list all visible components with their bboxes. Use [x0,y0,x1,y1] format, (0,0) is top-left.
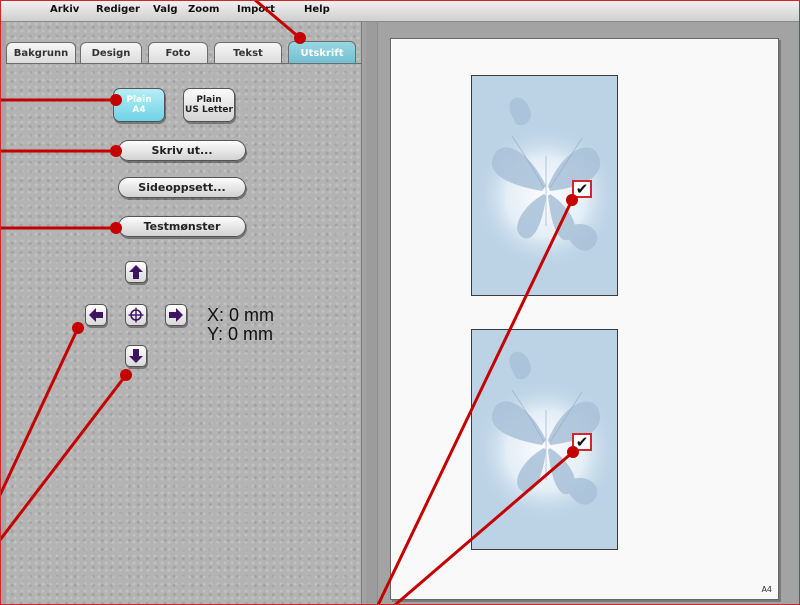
menu-valg[interactable]: Valg [153,4,178,15]
tab-tekst[interactable]: Tekst [214,42,282,63]
page-size-label: A4 [761,585,772,594]
preview-scroll-gutter[interactable] [366,22,378,605]
menu-bar: Arkiv Rediger Valg Zoom Import Help [0,0,800,22]
nudge-down-button[interactable] [125,345,147,367]
tab-divider [6,63,362,64]
tab-foto[interactable]: Foto [148,42,208,63]
print-tile-1[interactable] [471,75,618,296]
paper-us-letter-line2: US Letter [185,105,233,115]
menu-import[interactable]: Import [237,4,275,15]
arrow-left-icon [89,308,103,322]
menu-arkiv[interactable]: Arkiv [50,4,79,15]
control-panel: Bakgrunn Design Foto Tekst Utskrift Plai… [6,22,362,605]
menu-zoom[interactable]: Zoom [188,4,219,15]
arrow-up-icon [129,265,143,279]
paper-us-letter-line1: Plain [196,95,222,105]
nudge-left-button[interactable] [85,304,107,326]
paper-us-letter-button[interactable]: Plain US Letter [183,88,235,122]
paper-a4-line1: Plain [126,95,152,105]
tab-design[interactable]: Design [80,42,142,63]
offset-x-readout: X: 0 mm [207,305,275,325]
nudge-center-button[interactable] [125,304,147,326]
nudge-up-button[interactable] [125,261,147,283]
tile-1-checkbox[interactable]: ✔ [572,180,592,198]
page-preview: ✔ ✔ A4 [390,38,779,600]
arrow-right-icon [169,308,183,322]
menu-rediger[interactable]: Rediger [96,4,140,15]
app-window: Arkiv Rediger Valg Zoom Import Help Bakg… [0,0,800,605]
crosshair-icon [128,307,144,323]
butterfly-motif-image [472,76,617,295]
butterfly-motif-image [472,330,617,549]
test-pattern-button[interactable]: Testmønster [118,216,246,237]
tab-bakgrunn[interactable]: Bakgrunn [6,42,76,63]
print-tile-2[interactable] [471,329,618,550]
tab-utskrift[interactable]: Utskrift [288,41,356,64]
print-button[interactable]: Skriv ut... [118,140,246,161]
arrow-down-icon [129,349,143,363]
paper-a4-line2: A4 [132,105,146,115]
menu-help[interactable]: Help [304,4,330,15]
page-setup-button[interactable]: Sideoppsett... [118,177,246,198]
nudge-right-button[interactable] [165,304,187,326]
tile-2-checkbox[interactable]: ✔ [572,433,592,451]
offset-y-readout: Y: 0 mm [207,324,274,344]
paper-a4-button[interactable]: Plain A4 [113,88,165,122]
